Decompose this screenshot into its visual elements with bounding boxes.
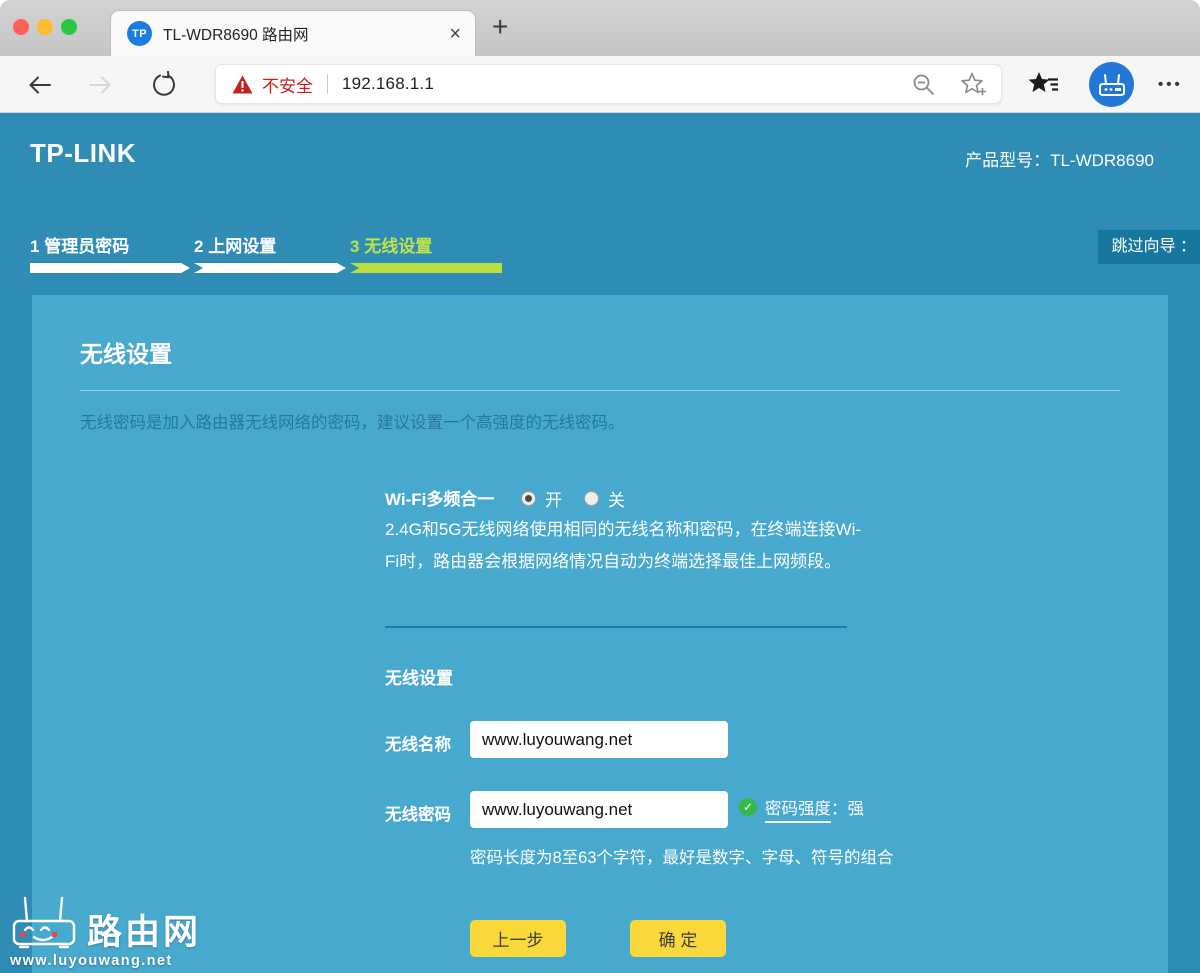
step-progress-bar bbox=[350, 263, 502, 273]
router-setup-page: TP-LINK 产品型号：TL-WDR8690 1 管理员密码 2 上网设置 3… bbox=[0, 113, 1200, 973]
step-progress-bar bbox=[30, 263, 190, 273]
password-hint: 密码长度为8至63个字符，最好是数字、字母、符号的组合 bbox=[470, 844, 894, 868]
title-divider bbox=[80, 390, 1120, 391]
window-close-button[interactable] bbox=[13, 19, 29, 35]
window-zoom-button[interactable] bbox=[61, 19, 77, 35]
wifi-band-description: 2.4G和5G无线网络使用相同的无线名称和密码，在终端连接Wi-Fi时，路由器会… bbox=[385, 514, 865, 578]
tab-strip: TP TL-WDR8690 路由网 × + bbox=[0, 0, 1200, 56]
wizard-steps: 1 管理员密码 2 上网设置 3 无线设置 bbox=[30, 232, 502, 273]
password-input[interactable] bbox=[470, 791, 728, 828]
address-divider bbox=[327, 74, 328, 94]
add-favorite-button[interactable] bbox=[961, 72, 987, 96]
forward-button[interactable] bbox=[86, 71, 114, 99]
wireless-settings-panel: 无线设置 无线密码是加入路由器无线网络的密码，建议设置一个高强度的无线密码。 W… bbox=[32, 295, 1168, 973]
security-warning-icon bbox=[232, 75, 253, 94]
strength-value: 强 bbox=[848, 800, 865, 818]
password-strength-indicator: ✓ 密码强度：强 bbox=[739, 795, 864, 819]
browser-tab[interactable]: TP TL-WDR8690 路由网 × bbox=[110, 10, 476, 56]
star-plus-icon bbox=[961, 72, 987, 96]
forward-arrow-icon bbox=[86, 71, 114, 99]
check-icon: ✓ bbox=[739, 798, 757, 816]
confirm-button[interactable]: 确 定 bbox=[630, 920, 726, 957]
reload-icon bbox=[150, 71, 178, 99]
watermark-url: www.luyouwang.net bbox=[10, 953, 201, 969]
url-text: 192.168.1.1 bbox=[342, 74, 434, 94]
ssid-input[interactable] bbox=[470, 721, 728, 758]
tab-title: TL-WDR8690 路由网 bbox=[163, 23, 441, 45]
router-extension-button[interactable] bbox=[1089, 62, 1134, 107]
radio-off[interactable] bbox=[584, 491, 599, 506]
password-label: 无线密码 bbox=[385, 801, 451, 825]
window-minimize-button[interactable] bbox=[37, 19, 53, 35]
router-extension-icon bbox=[1098, 72, 1126, 98]
step-wireless-settings: 3 无线设置 bbox=[350, 232, 502, 273]
page-title: 无线设置 bbox=[80, 335, 172, 369]
back-arrow-icon bbox=[26, 71, 54, 99]
site-watermark: 路由网 www.luyouwang.net bbox=[10, 892, 201, 969]
tab-close-icon[interactable]: × bbox=[449, 24, 461, 44]
router-mascot-icon bbox=[10, 892, 82, 950]
tp-link-favicon-icon: TP bbox=[127, 21, 152, 46]
ssid-label: 无线名称 bbox=[385, 731, 451, 755]
radio-off-label[interactable]: 关 bbox=[608, 486, 625, 511]
radio-on[interactable] bbox=[521, 491, 536, 506]
skip-wizard-button[interactable]: 跳过向导 ： bbox=[1098, 230, 1200, 264]
step-internet-settings: 2 上网设置 bbox=[194, 232, 346, 273]
step-admin-password: 1 管理员密码 bbox=[30, 232, 190, 273]
zoom-out-icon bbox=[912, 73, 935, 96]
security-warning-label: 不安全 bbox=[262, 72, 313, 97]
product-model-label: 产品型号：TL-WDR8690 bbox=[965, 146, 1154, 171]
wireless-section-title: 无线设置 bbox=[385, 664, 453, 689]
browser-toolbar: 不安全 192.168.1.1 bbox=[0, 56, 1200, 113]
section-divider bbox=[385, 626, 847, 628]
favorites-list-icon bbox=[1028, 70, 1060, 98]
wifi-band-radio-group: 开 关 bbox=[521, 486, 625, 511]
step-progress-bar bbox=[194, 263, 346, 273]
previous-step-button[interactable]: 上一步 bbox=[470, 920, 566, 957]
tp-link-logo: TP-LINK bbox=[30, 138, 136, 169]
reload-button[interactable] bbox=[150, 71, 178, 99]
back-button[interactable] bbox=[26, 71, 54, 99]
more-menu-button[interactable]: ••• bbox=[1158, 76, 1183, 93]
zoom-out-button[interactable] bbox=[912, 73, 935, 96]
wifi-band-label: Wi-Fi多频合一 bbox=[385, 485, 494, 510]
intro-text: 无线密码是加入路由器无线网络的密码，建议设置一个高强度的无线密码。 bbox=[80, 409, 625, 433]
radio-on-label[interactable]: 开 bbox=[545, 486, 562, 511]
watermark-site-name: 路由网 bbox=[87, 915, 201, 950]
new-tab-button[interactable]: + bbox=[492, 12, 508, 42]
strength-label: 密码强度 bbox=[765, 800, 831, 823]
browser-window: TP TL-WDR8690 路由网 × + bbox=[0, 0, 1200, 973]
favorites-list-button[interactable] bbox=[1028, 70, 1060, 103]
address-bar[interactable]: 不安全 192.168.1.1 bbox=[215, 64, 1002, 104]
